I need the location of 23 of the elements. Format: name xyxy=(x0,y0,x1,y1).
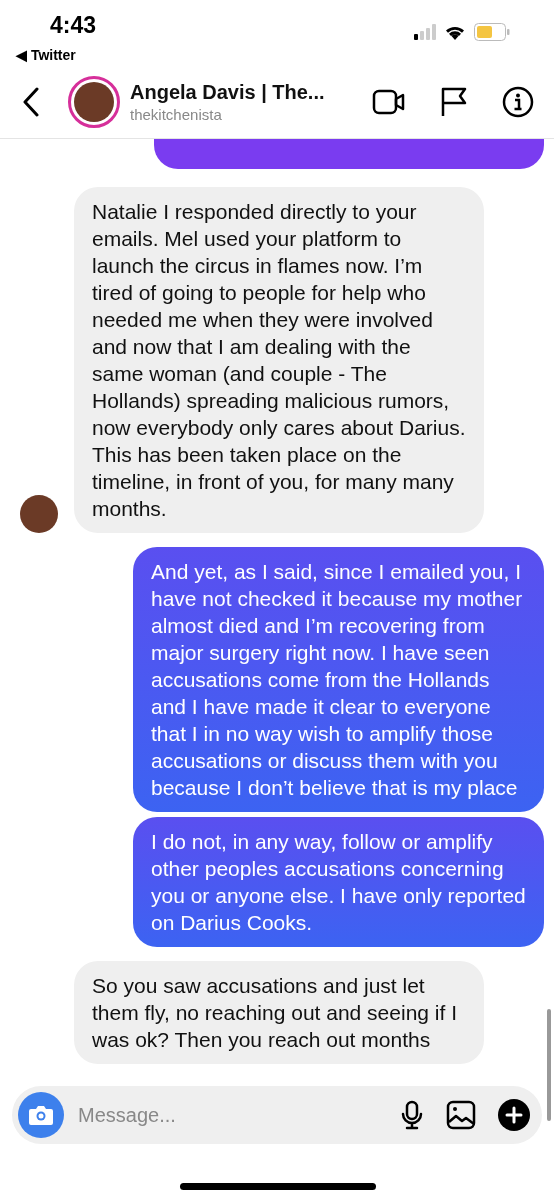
camera-icon xyxy=(28,1104,54,1126)
video-camera-icon[interactable] xyxy=(372,88,406,116)
message-bubble: And yet, as I said, since I emailed you, I have not checked it because my mother almost died and I’m recovering from major surgery right now. I have seen accusations come from the Hollands and I have made it clear to everyone that I in no way wish to amplify those accusations or discuss them with you because I don’t believe that is my place xyxy=(133,547,544,812)
image-icon[interactable] xyxy=(446,1100,476,1130)
contact-name: Angela Davis | The... xyxy=(130,81,326,104)
info-icon[interactable] xyxy=(502,86,534,118)
contact-username: thekitchenista xyxy=(130,106,223,123)
message-input[interactable]: Message... xyxy=(76,1102,400,1128)
camera-button[interactable] xyxy=(18,1092,64,1138)
profile-avatar[interactable] xyxy=(68,76,120,128)
add-icon[interactable] xyxy=(498,1099,530,1131)
message-field[interactable]: Message... xyxy=(12,1086,542,1144)
clock-time: 4:43 xyxy=(49,12,97,39)
message-bubble: Natalie I responded directly to your emails. Mel used your platform to launch the circus in flames now. I’m tired of going to people for help who needed me when they were involved and now that I am dealing with the same woman (and couple - The Hollands) spreading malicious rumors, now everybody only cares about Darius. This has been taken place on the timeline, in front of you, for many many months. xyxy=(74,187,484,533)
battery-icon xyxy=(474,23,510,41)
back-to-app-link[interactable]: ◀ Twitter xyxy=(16,47,97,63)
signal-icon xyxy=(414,24,436,40)
back-icon[interactable] xyxy=(22,87,40,117)
message-bubble: I do not, in any way, follow or amplify other peoples accusations concerning you or anyone else. I have only reported on Darius Cooks. xyxy=(133,817,544,947)
wifi-icon xyxy=(444,24,466,40)
flag-icon[interactable] xyxy=(440,86,468,118)
message-bubble: So you saw accusations and just let them fly, no reaching out and seeing if I was ok? Then you reach out months xyxy=(74,961,484,1064)
microphone-icon[interactable] xyxy=(400,1100,424,1130)
